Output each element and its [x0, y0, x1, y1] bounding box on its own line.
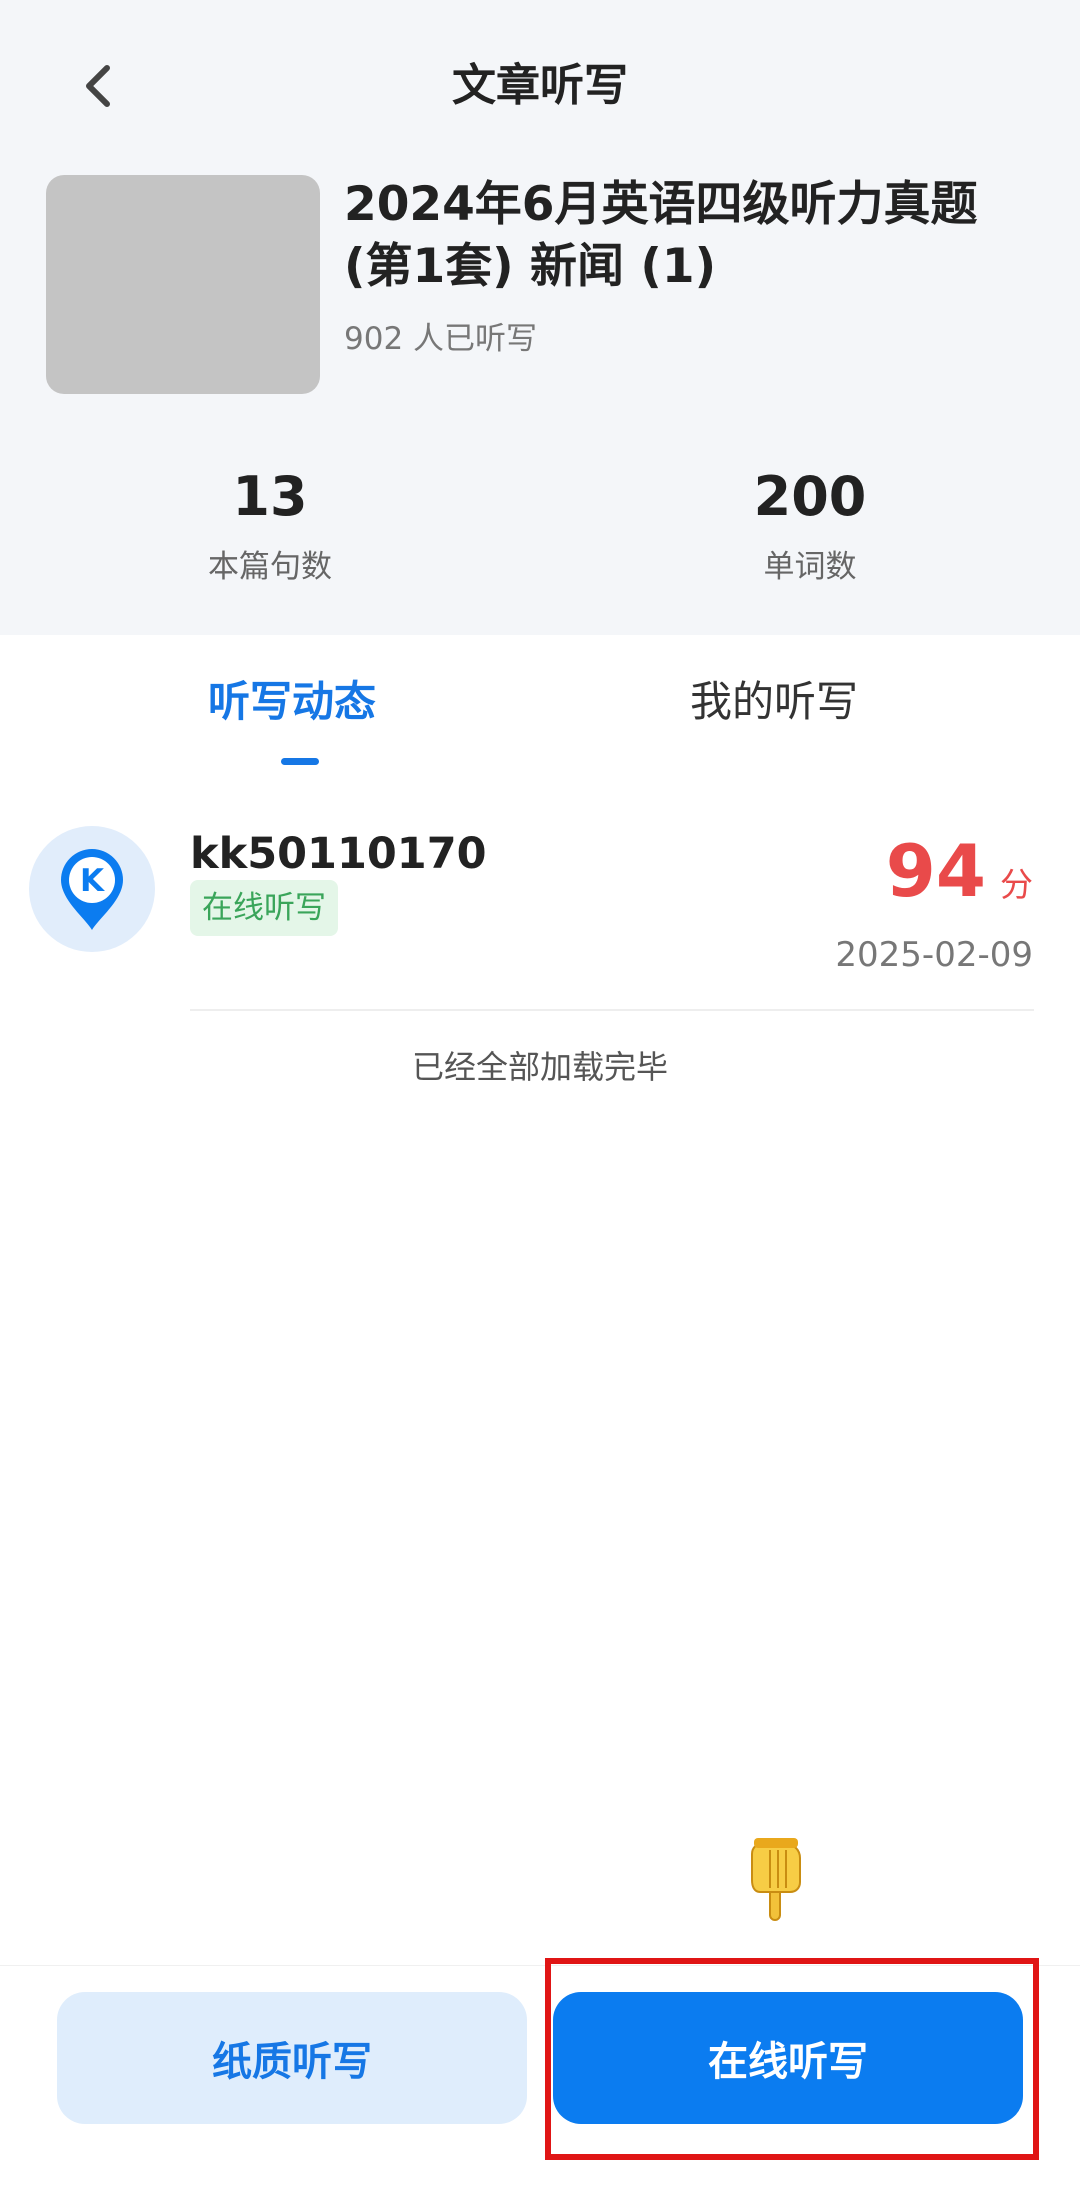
article-title: 2024年6月英语四级听力真题 (第1套) 新闻 (1) [344, 177, 978, 294]
divider [190, 1009, 1034, 1011]
list-end-text: 已经全部加载完毕 [411, 1048, 668, 1086]
stat-words: 200 单词数 [660, 462, 960, 588]
k-location-pin-icon: K [61, 849, 123, 930]
pointing-down-hand-icon [751, 1838, 801, 1921]
mode-tag: 在线听写 [190, 880, 338, 936]
stat-sentences-value: 13 [232, 465, 308, 528]
score-value: 94 [885, 829, 986, 913]
score: 94 分 [886, 828, 1033, 914]
highlight-annotation-box [545, 1958, 1039, 2160]
tab-my-dictation[interactable]: 我的听写 [690, 668, 858, 736]
list-item[interactable]: K kk50110170 在线听写 94 分 2025-02-09 [0, 812, 1080, 1010]
stat-sentences-label: 本篇句数 [208, 549, 332, 585]
readers-count: 902 人已听写 [344, 321, 538, 357]
record-date: 2025-02-09 [835, 935, 1033, 975]
tab-dictation-feed[interactable]: 听写动态 [208, 668, 376, 736]
svg-text:K: K [80, 863, 105, 899]
active-tab-indicator [281, 758, 319, 765]
stat-words-label: 单词数 [763, 549, 857, 585]
article-cover-image [46, 175, 320, 394]
score-unit: 分 [1000, 865, 1033, 904]
paper-dictation-button[interactable]: 纸质听写 [57, 1992, 527, 2124]
username: kk50110170 [190, 829, 487, 879]
page-title: 文章听写 [452, 60, 628, 111]
stat-sentences: 13 本篇句数 [120, 462, 420, 588]
avatar: K [29, 826, 155, 952]
stat-words-value: 200 [753, 465, 867, 528]
